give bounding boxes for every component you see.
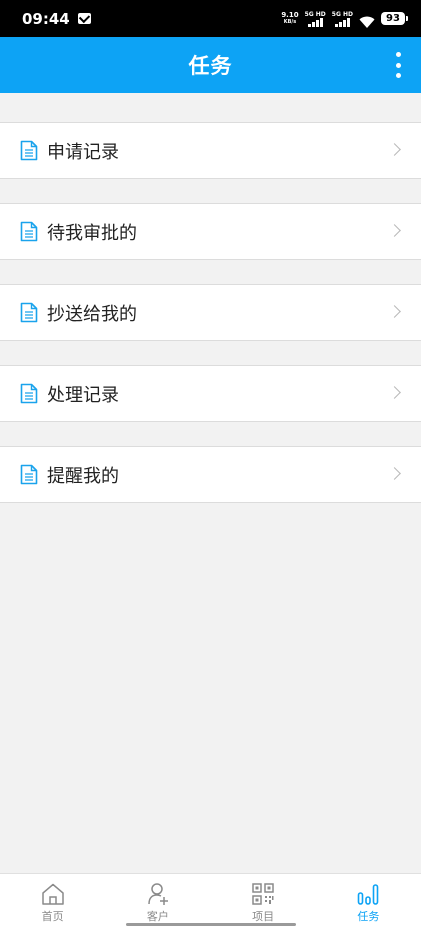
notification-mail-icon: [77, 13, 91, 24]
add-user-icon: [148, 883, 168, 905]
sim1-label: 5G HD: [304, 10, 326, 18]
menu-item-label: 抄送给我的: [47, 303, 137, 325]
tab-home[interactable]: 首页: [0, 874, 105, 929]
menu-item-label: 处理记录: [47, 384, 119, 406]
menu-item-label: 申请记录: [47, 141, 119, 163]
tab-label: 任务: [357, 910, 380, 923]
menu-item-label: 待我审批的: [47, 222, 137, 244]
document-icon: [20, 383, 38, 404]
menu-item-processing-records[interactable]: 处理记录: [0, 365, 421, 422]
list-spacer: [0, 260, 421, 284]
chevron-right-icon: [388, 224, 401, 237]
tab-label: 首页: [41, 910, 64, 923]
list-spacer: [0, 93, 421, 122]
chevron-right-icon: [388, 386, 401, 399]
chevron-right-icon: [388, 143, 401, 156]
tab-customers[interactable]: 客户: [105, 874, 210, 929]
wifi-icon: [359, 13, 375, 28]
sim1-signal-bars-icon: [307, 17, 323, 27]
page-title: 任务: [188, 54, 233, 78]
list-spacer: [0, 422, 421, 446]
sim2-signal: 5G HD: [332, 11, 353, 27]
sim2-signal-bars-icon: [334, 17, 350, 27]
more-options-icon[interactable]: [393, 52, 403, 78]
menu-item-cc-to-me[interactable]: 抄送给我的: [0, 284, 421, 341]
battery-icon: 93: [381, 12, 408, 25]
task-chart-icon: [358, 884, 379, 905]
menu-item-reminders-for-me[interactable]: 提醒我的: [0, 446, 421, 503]
sim1-signal: 5G HD: [305, 11, 326, 27]
list-spacer: [0, 341, 421, 365]
status-bar: 09:44 9.10 KB/s 5G HD 5G HD 93: [0, 0, 421, 37]
status-time: 09:44: [22, 9, 70, 28]
document-icon: [20, 302, 38, 323]
document-icon: [20, 140, 38, 161]
menu-item-pending-my-approval[interactable]: 待我审批的: [0, 203, 421, 260]
document-icon: [20, 464, 38, 485]
task-menu-list: 申请记录 待我审批的 抄送给我的 处理记录 提醒我的: [0, 93, 421, 503]
network-speed: 9.10 KB/s: [281, 10, 299, 26]
chevron-right-icon: [388, 305, 401, 318]
tab-label: 客户: [146, 910, 169, 923]
menu-item-label: 提醒我的: [47, 465, 119, 487]
tab-label: 项目: [252, 910, 275, 923]
document-icon: [20, 221, 38, 242]
menu-item-application-records[interactable]: 申请记录: [0, 122, 421, 179]
app-bar: 任务: [0, 37, 421, 93]
tab-tasks[interactable]: 任务: [316, 874, 421, 929]
status-right: 9.10 KB/s 5G HD 5G HD 93: [281, 10, 408, 28]
list-spacer: [0, 179, 421, 203]
home-icon: [41, 883, 64, 905]
status-left: 09:44: [22, 10, 91, 28]
bottom-tab-bar: 首页 客户 项目 任务: [0, 873, 421, 929]
chevron-right-icon: [388, 467, 401, 480]
network-speed-unit: KB/s: [283, 18, 297, 25]
network-speed-value: 9.10: [281, 10, 299, 19]
qr-code-icon: [252, 883, 274, 905]
tab-projects[interactable]: 项目: [211, 874, 316, 929]
sim2-label: 5G HD: [331, 10, 353, 18]
home-indicator[interactable]: [126, 923, 296, 926]
